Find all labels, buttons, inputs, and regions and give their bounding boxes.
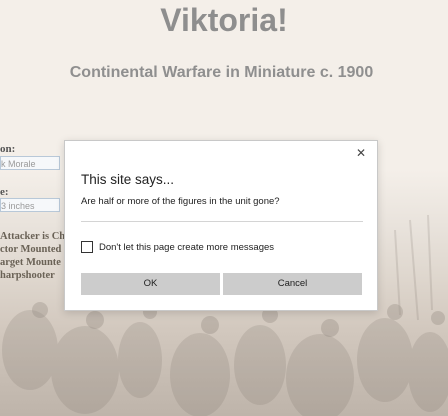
close-icon[interactable]: ✕ bbox=[354, 146, 368, 160]
ok-button[interactable]: OK bbox=[81, 273, 220, 295]
site-title: Viktoria! bbox=[160, 2, 288, 38]
field-label-situation: on: bbox=[0, 143, 16, 155]
cancel-button[interactable]: Cancel bbox=[223, 273, 362, 295]
alert-dialog: ✕ This site says... Are half or more of … bbox=[64, 140, 378, 311]
modifier-item[interactable]: ctor Mounted bbox=[0, 244, 61, 255]
suppress-messages-checkbox[interactable] bbox=[81, 241, 93, 253]
divider bbox=[81, 221, 363, 222]
suppress-messages-checkbox-row[interactable]: Don't let this page create more messages bbox=[81, 240, 274, 254]
dialog-heading: This site says... bbox=[81, 172, 175, 187]
modifier-item[interactable]: Attacker is Ch bbox=[0, 231, 65, 242]
modifier-item[interactable]: arget Mounte bbox=[0, 257, 61, 268]
range-select[interactable]: 3 inches bbox=[0, 198, 60, 212]
site-subtitle: Continental Warfare in Miniature c. 1900 bbox=[69, 64, 374, 81]
modifier-item[interactable]: harpshooter bbox=[0, 270, 55, 281]
dialog-message: Are half or more of the figures in the u… bbox=[81, 196, 280, 207]
page: Viktoria! Continental Warfare in Miniatu… bbox=[0, 0, 448, 416]
field-label-range: e: bbox=[0, 186, 9, 198]
situation-select[interactable]: k Morale bbox=[0, 156, 60, 170]
checkbox-label: Don't let this page create more messages bbox=[99, 241, 275, 253]
